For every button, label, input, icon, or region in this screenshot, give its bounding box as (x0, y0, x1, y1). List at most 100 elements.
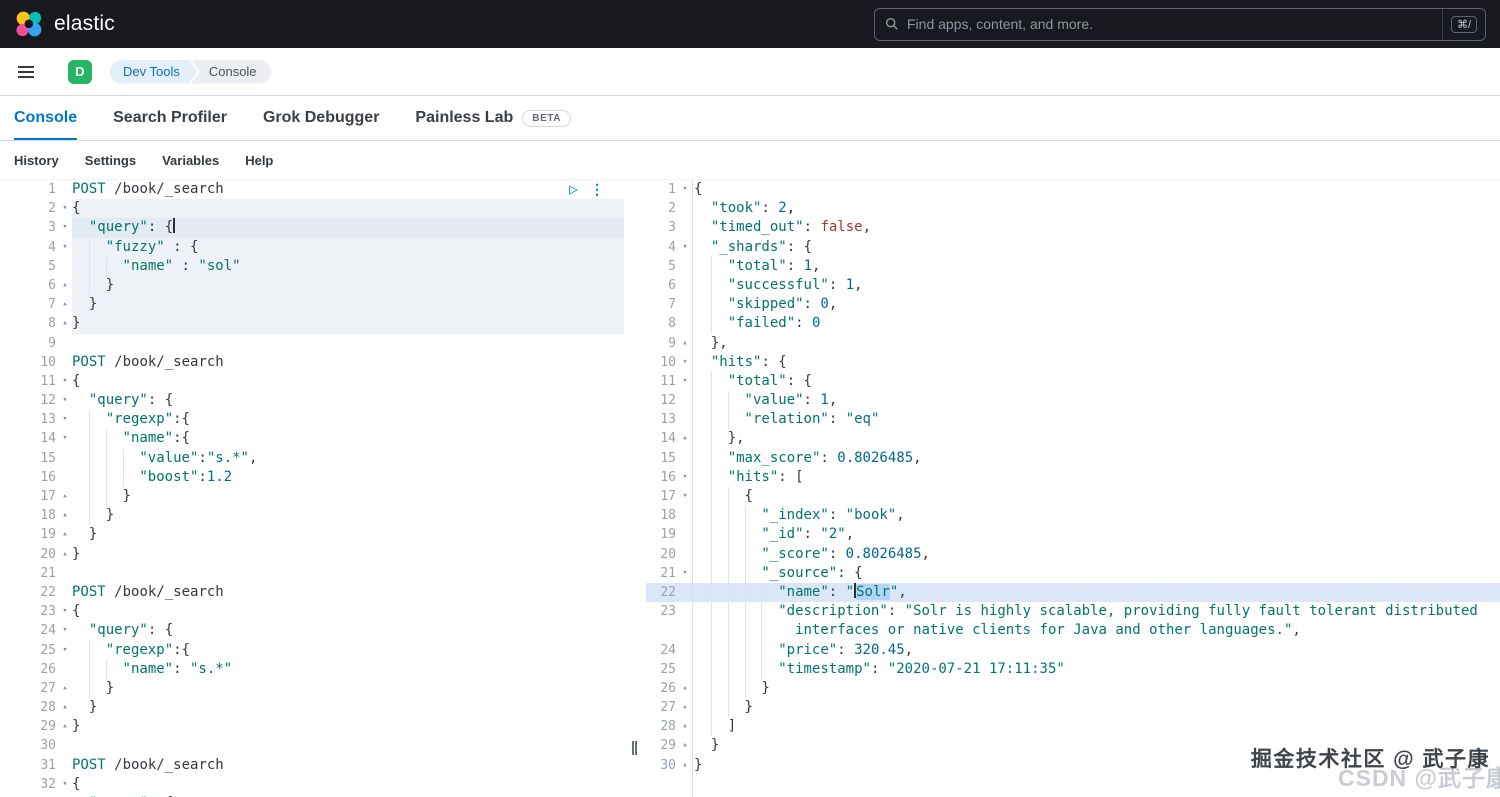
toolbar-item-history[interactable]: History (14, 153, 59, 168)
fold-toggle-icon[interactable]: ▴ (58, 698, 72, 717)
code-line[interactable]: 12 "value": 1, (646, 391, 1500, 410)
fold-toggle-icon[interactable]: ▴ (58, 525, 72, 544)
code-line[interactable]: 14 ▴}, (646, 429, 1500, 448)
code-line[interactable]: 31 POST /book/_search (0, 756, 624, 775)
code-line[interactable]: 10 ▾ "hits": { (646, 353, 1500, 372)
fold-toggle-icon[interactable]: ▾ (58, 641, 72, 660)
fold-toggle-icon[interactable]: ▴ (58, 314, 72, 333)
code-line[interactable]: 30 (0, 736, 624, 755)
fold-toggle-icon[interactable]: ▾ (678, 353, 692, 372)
code-line[interactable]: 7 "skipped": 0, (646, 295, 1500, 314)
code-line[interactable]: 13 ▾ "regexp":{ (0, 410, 624, 429)
send-request-icon[interactable]: ▷ (569, 182, 578, 197)
menu-icon[interactable] (14, 56, 46, 88)
code-line[interactable]: 8 "failed": 0 (646, 314, 1500, 333)
elastic-logo-icon[interactable] (14, 9, 44, 39)
code-line[interactable]: 27 ▴} (646, 698, 1500, 717)
fold-toggle-icon[interactable]: ▴ (58, 679, 72, 698)
tab-console[interactable]: Console (14, 96, 77, 140)
code-line[interactable]: 19 "_id": "2", (646, 525, 1500, 544)
fold-toggle-icon[interactable]: ▴ (678, 334, 692, 353)
fold-toggle-icon[interactable]: ▾ (58, 775, 72, 794)
fold-toggle-icon[interactable]: ▾ (678, 180, 692, 199)
fold-toggle-icon[interactable]: ▾ (678, 487, 692, 506)
code-line[interactable]: 24 "price": 320.45, (646, 641, 1500, 660)
space-avatar[interactable]: D (68, 59, 92, 84)
wrench-icon[interactable]: ⋮ (590, 183, 604, 197)
fold-toggle-icon[interactable]: ▴ (678, 717, 692, 736)
code-line[interactable]: 16 ▾ "hits": [ (646, 468, 1500, 487)
code-line[interactable]: 20 "_score": 0.8026485, (646, 545, 1500, 564)
code-line[interactable]: 9 ▴ }, (646, 334, 1500, 353)
code-line[interactable]: 27 ▴} (0, 679, 624, 698)
fold-toggle-icon[interactable]: ▴ (678, 429, 692, 448)
code-line[interactable]: 25 "timestamp": "2020-07-21 17:11:35" (646, 660, 1500, 679)
fold-toggle-icon[interactable]: ▾ (58, 238, 72, 257)
fold-toggle-icon[interactable]: ▾ (58, 429, 72, 448)
code-line[interactable]: 14 ▾ "name":{ (0, 429, 624, 448)
fold-toggle-icon[interactable]: ▾ (58, 410, 72, 429)
code-line[interactable]: 11 ▾ "total": { (646, 372, 1500, 391)
toolbar-item-help[interactable]: Help (245, 153, 273, 168)
code-line[interactable]: 13 "relation": "eq" (646, 410, 1500, 429)
fold-toggle-icon[interactable]: ▴ (58, 487, 72, 506)
fold-toggle-icon[interactable]: ▾ (678, 372, 692, 391)
code-line[interactable]: 5 "total": 1, (646, 257, 1500, 276)
code-line[interactable]: 9 (0, 334, 624, 353)
tab-painless-lab[interactable]: Painless Lab BETA (415, 96, 572, 140)
request-editor[interactable]: 1 POST /book/_search 2 ▾{3 ▾ "query": {4 ▾ "fu… (0, 180, 624, 797)
code-line[interactable]: 26 ▴} (646, 679, 1500, 698)
fold-toggle-icon[interactable]: ▾ (58, 602, 72, 621)
code-line[interactable]: 10 POST /book/_search (0, 353, 624, 372)
code-line[interactable]: 28 ▴ } (0, 698, 624, 717)
global-search[interactable]: ⌘/ (874, 7, 1486, 41)
code-line[interactable]: 15 "value":"s.*", (0, 449, 624, 468)
fold-toggle-icon[interactable]: ▴ (678, 698, 692, 717)
code-line[interactable]: 11 ▾{ (0, 372, 624, 391)
code-line[interactable]: 2 ▾{ (0, 199, 624, 219)
code-line[interactable]: 4 ▾ "_shards": { (646, 238, 1500, 257)
response-viewer[interactable]: 1 ▾{2 "took": 2, 3 "timed_out": false, 4 ▾ "… (646, 180, 1500, 797)
fold-toggle-icon[interactable]: ▴ (58, 295, 72, 314)
resizer-grip-icon[interactable] (632, 741, 637, 755)
fold-toggle-icon[interactable]: ▾ (58, 621, 72, 640)
code-line[interactable]: 26 "name": "s.*" (0, 660, 624, 679)
fold-toggle-icon[interactable]: ▾ (58, 391, 72, 410)
search-input[interactable] (907, 16, 1442, 32)
code-line[interactable]: 23 ▾{ (0, 602, 624, 621)
tab-search-profiler[interactable]: Search Profiler (113, 96, 227, 140)
code-line[interactable]: 7 ▴ } (0, 295, 624, 315)
code-line[interactable]: 15 "max_score": 0.8026485, (646, 449, 1500, 468)
code-line[interactable]: 12 ▾ "query": { (0, 391, 624, 410)
fold-toggle-icon[interactable]: ▴ (58, 506, 72, 525)
fold-toggle-icon[interactable]: ▴ (678, 756, 692, 775)
code-line[interactable]: 5 "name" : "sol" (0, 256, 624, 276)
code-line[interactable]: 17 ▾ { (646, 487, 1500, 506)
fold-toggle-icon[interactable]: ▴ (58, 545, 72, 564)
code-line[interactable]: 20 ▴} (0, 545, 624, 564)
code-line[interactable]: 17 ▴} (0, 487, 624, 506)
code-line[interactable]: 24 ▾ "query": { (0, 621, 624, 640)
code-line[interactable]: 1 ▾{ (646, 180, 1500, 199)
code-line[interactable]: 32 ▾{ (0, 775, 624, 794)
code-line[interactable]: 4 ▾ "fuzzy" : { (0, 237, 624, 257)
pane-resizer[interactable] (624, 180, 646, 797)
code-line[interactable]: 6 ▴} (0, 275, 624, 296)
code-line[interactable]: 22 "name": " Solr", (646, 582, 1500, 603)
fold-toggle-icon[interactable]: ▾ (58, 372, 72, 391)
code-line[interactable]: 3 "timed_out": false, (646, 218, 1500, 237)
code-line[interactable]: 21 (0, 564, 624, 583)
breadcrumb-dev-tools[interactable]: Dev Tools (110, 60, 198, 84)
code-line[interactable]: 8 ▴} (0, 314, 624, 334)
code-line[interactable]: 1 POST /book/_search (0, 180, 624, 199)
code-line[interactable]: 25 ▾ "regexp":{ (0, 641, 624, 660)
fold-toggle-icon[interactable]: ▴ (58, 276, 72, 295)
toolbar-item-settings[interactable]: Settings (85, 153, 136, 168)
fold-toggle-icon[interactable]: ▾ (678, 238, 692, 257)
code-line[interactable]: 18 ▴} (0, 506, 624, 525)
fold-toggle-icon[interactable]: ▾ (678, 564, 692, 583)
breadcrumb-console[interactable]: Console (190, 59, 271, 84)
code-line[interactable]: interfaces or native clients for Java an… (646, 621, 1500, 640)
toolbar-item-variables[interactable]: Variables (162, 153, 219, 168)
code-line[interactable]: 2 "took": 2, (646, 199, 1500, 218)
